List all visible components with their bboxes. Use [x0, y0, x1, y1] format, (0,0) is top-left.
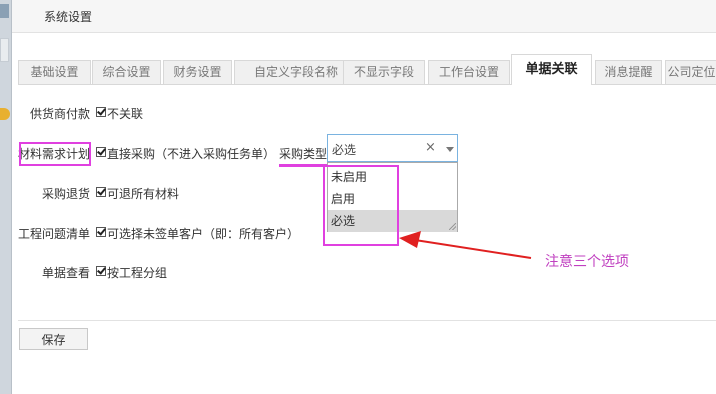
- clear-icon[interactable]: ×: [425, 140, 436, 155]
- chevron-down-icon[interactable]: [446, 147, 454, 152]
- window-title: 系统设置: [44, 10, 93, 24]
- window-title-bar: 系统设置: [12, 0, 716, 33]
- project-issues-label: 工程问题清单: [18, 227, 91, 241]
- settings-tabs: 基础设置 综合设置 财务设置 自定义字段名称 不显示字段 工作台设置 单据关联 …: [18, 54, 716, 85]
- tab-custom-field-names[interactable]: 自定义字段名称: [234, 60, 358, 84]
- purchase-type-label: 采购类型: [279, 147, 328, 161]
- tab-workbench-settings[interactable]: 工作台设置: [428, 60, 510, 84]
- supplier-payment-checkbox[interactable]: [96, 107, 106, 117]
- tab-general-settings[interactable]: 综合设置: [92, 60, 161, 84]
- tab-basic-settings[interactable]: 基础设置: [18, 60, 91, 84]
- tab-finance-settings[interactable]: 财务设置: [163, 60, 232, 84]
- project-issues-checkbox[interactable]: [96, 227, 106, 237]
- document-view-option: 按工程分组: [107, 266, 168, 280]
- material-plan-option: 直接采购（不进入采购任务单）: [107, 147, 276, 161]
- left-panel-edge: [0, 0, 12, 394]
- supplier-payment-label: 供货商付款: [30, 107, 91, 121]
- purchase-return-label: 采购退货: [41, 187, 90, 201]
- edge-button[interactable]: [0, 38, 9, 62]
- edge-badge-icon: [0, 108, 10, 120]
- purchase-type-underline: [279, 164, 329, 167]
- document-view-label: 单据查看: [41, 266, 90, 280]
- tab-message-reminder[interactable]: 消息提醒: [595, 60, 662, 84]
- material-plan-checkbox[interactable]: [96, 147, 106, 157]
- annotation-arrow-icon: [399, 231, 532, 259]
- tab-hidden-fields[interactable]: 不显示字段: [343, 60, 425, 84]
- purchase-return-checkbox[interactable]: [96, 187, 106, 197]
- material-plan-highlight-box: [19, 142, 91, 166]
- project-issues-option: 可选择未签单客户（即：所有客户）: [107, 227, 300, 241]
- supplier-payment-option: 不关联: [107, 107, 144, 121]
- purchase-type-select-value: 必选: [332, 143, 357, 157]
- tab-company-location[interactable]: 公司定位: [665, 60, 716, 84]
- document-view-checkbox[interactable]: [96, 266, 106, 276]
- options-highlight-box: [323, 165, 399, 246]
- tab-document-linkage[interactable]: 单据关联: [511, 54, 592, 85]
- footer-divider: [18, 320, 716, 321]
- annotation-text: 注意三个选项: [545, 254, 629, 270]
- save-button[interactable]: 保存: [19, 328, 88, 350]
- purchase-return-option: 可退所有材料: [107, 187, 180, 201]
- edge-icon: [0, 4, 9, 18]
- purchase-type-select[interactable]: 必选 ×: [327, 134, 458, 162]
